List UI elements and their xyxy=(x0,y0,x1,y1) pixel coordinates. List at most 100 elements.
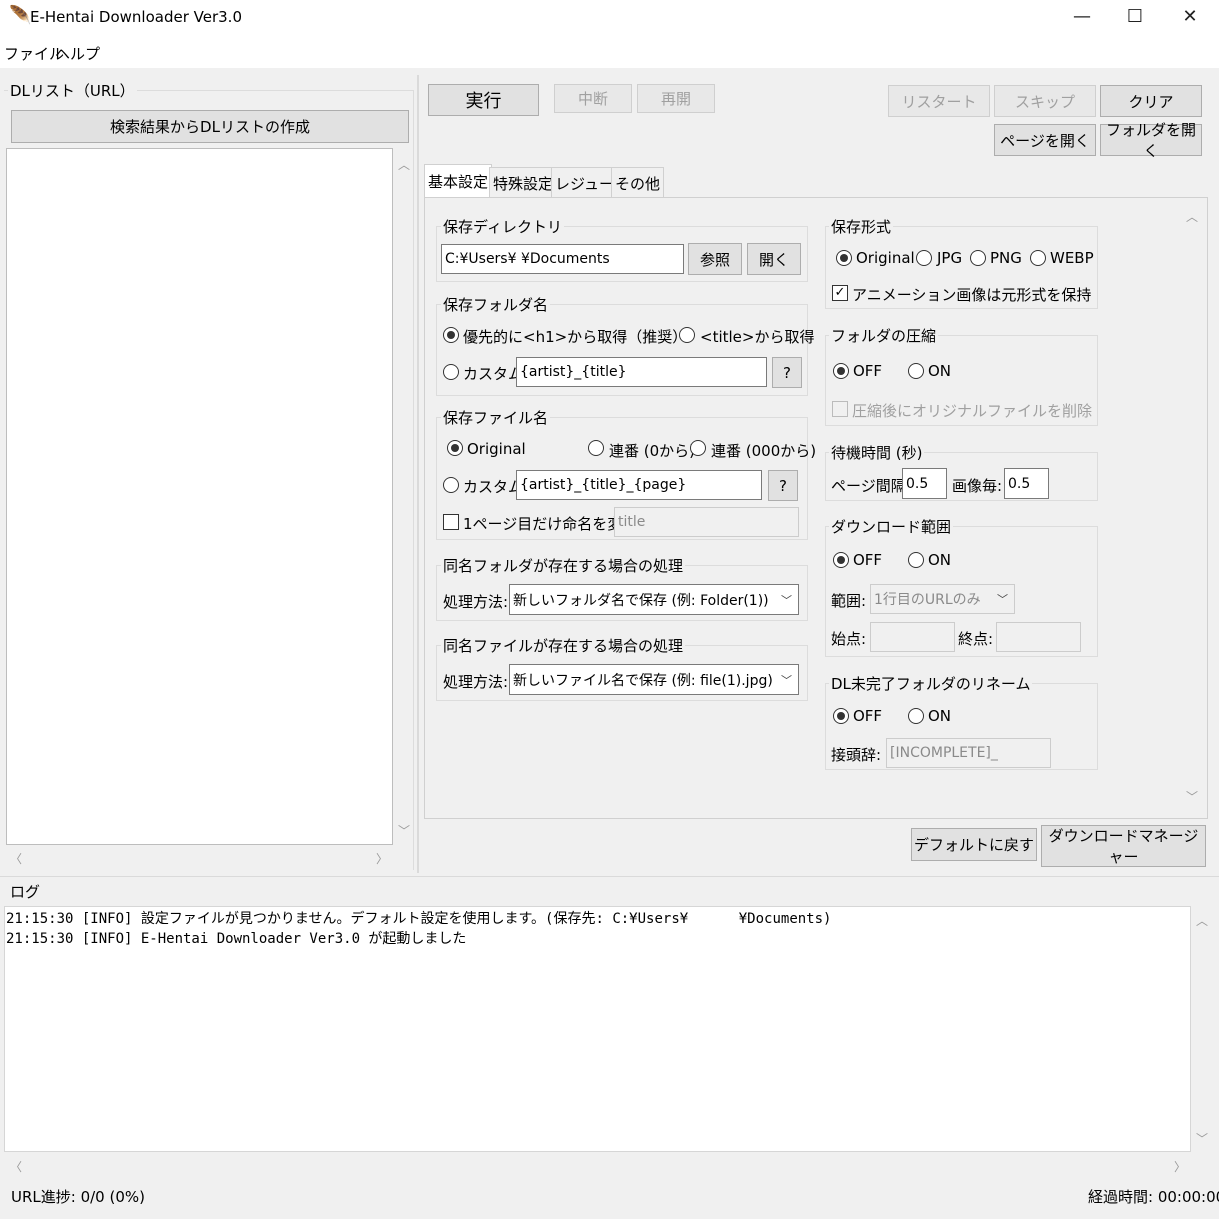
file-seq0-radio[interactable] xyxy=(588,440,604,456)
title-bar: 🪶 E-Hentai Downloader Ver3.0 — ☐ ✕ xyxy=(0,0,1219,36)
open-dir-button[interactable]: 開く xyxy=(747,243,801,275)
dllist-scroll-down-icon[interactable]: ﹀ xyxy=(398,822,410,839)
panel-scroll-up-icon[interactable]: ︿ xyxy=(1186,208,1198,225)
tab-other[interactable]: その他 xyxy=(611,167,665,198)
format-original-label: Original xyxy=(856,249,915,267)
keep-animation-label: アニメーション画像は元形式を保持 xyxy=(852,286,1092,304)
run-button[interactable]: 実行 xyxy=(428,84,539,116)
clear-button[interactable]: クリア xyxy=(1100,85,1202,117)
dllist-scroll-right-icon[interactable]: 〉 xyxy=(376,850,388,867)
resume-button[interactable]: 再開 xyxy=(637,84,715,113)
dup-file-label: 同名ファイルが存在する場合の処理 xyxy=(441,635,686,656)
dllist-label: DLリスト（URL） xyxy=(8,80,137,101)
dllist-scroll-up-icon[interactable]: ︿ xyxy=(398,156,410,173)
folder-custom-radio[interactable] xyxy=(443,364,459,380)
pane-divider[interactable] xyxy=(417,75,419,873)
dup-folder-select-value: 新しいフォルダ名で保存 (例: Folder(1)) xyxy=(513,592,769,609)
image-interval-input[interactable]: 0.5 xyxy=(1004,468,1049,499)
range-off-radio[interactable] xyxy=(833,552,849,568)
dup-folder-select[interactable]: 新しいフォルダ名で保存 (例: Folder(1)) ﹀ xyxy=(509,584,799,615)
log-scroll-down-icon[interactable]: ﹀ xyxy=(1196,1130,1208,1147)
range-on-radio[interactable] xyxy=(908,552,924,568)
maximize-button[interactable]: ☐ xyxy=(1113,4,1157,30)
folder-title-radio[interactable] xyxy=(679,327,695,343)
page-interval-input[interactable]: 0.5 xyxy=(902,468,947,499)
log-scroll-left-icon[interactable]: 〈 xyxy=(10,1158,22,1175)
compress-on-radio[interactable] xyxy=(908,363,924,379)
dllist-listbox[interactable] xyxy=(6,148,393,845)
range-select-value: 1行目のURLのみ xyxy=(874,592,981,608)
browse-button[interactable]: 参照 xyxy=(688,243,742,275)
log-scroll-up-icon[interactable]: ︿ xyxy=(1196,912,1208,929)
folder-custom-input[interactable]: {artist}_{title} xyxy=(516,357,767,387)
folder-help-button[interactable]: ? xyxy=(772,357,802,388)
file-custom-radio[interactable] xyxy=(443,477,459,493)
save-format-label: 保存形式 xyxy=(829,216,894,237)
save-dir-input[interactable]: C:¥Users¥ ¥Documents xyxy=(441,244,684,274)
dup-file-select-value: 新しいファイル名で保存 (例: file(1).jpg) xyxy=(513,672,773,689)
dup-folder-method-label: 処理方法: xyxy=(443,593,509,611)
range-label: ダウンロード範囲 xyxy=(829,516,954,537)
file-name-label: 保存ファイル名 xyxy=(441,407,551,428)
prefix-input[interactable]: [INCOMPLETE]_ xyxy=(886,738,1051,768)
tab-special[interactable]: 特殊設定 xyxy=(489,167,558,198)
dllist-scroll-left-icon[interactable]: 〈 xyxy=(10,850,22,867)
close-button[interactable]: ✕ xyxy=(1168,4,1212,30)
first-page-label: 1ページ目だけ命名を変更 xyxy=(463,515,638,533)
rename-off-radio[interactable] xyxy=(833,708,849,724)
first-page-input[interactable]: title xyxy=(614,507,799,537)
folder-h1-label: 優先的に<h1>から取得（推奨） xyxy=(463,328,688,346)
menu-bar: ファイル ヘルプ xyxy=(0,36,1219,68)
tab-basic[interactable]: 基本設定 xyxy=(424,164,493,198)
menu-help[interactable]: ヘルプ xyxy=(55,43,100,64)
compress-off-label: OFF xyxy=(853,362,883,380)
create-dllist-button[interactable]: 検索結果からDLリストの作成 xyxy=(11,110,409,143)
range-select-label: 範囲: xyxy=(831,592,867,610)
file-seq000-radio[interactable] xyxy=(690,440,706,456)
rename-off-label: OFF xyxy=(853,707,883,725)
range-select[interactable]: 1行目のURLのみ ﹀ xyxy=(870,584,1015,614)
file-custom-input[interactable]: {artist}_{title}_{page} xyxy=(516,470,762,500)
format-jpg-radio[interactable] xyxy=(916,250,932,266)
delete-original-checkbox[interactable] xyxy=(832,401,848,417)
file-original-radio[interactable] xyxy=(447,440,463,456)
file-help-button[interactable]: ? xyxy=(768,470,798,501)
format-png-radio[interactable] xyxy=(970,250,986,266)
log-line: 21:15:30 [INFO] E-Hentai Downloader Ver3… xyxy=(6,931,467,947)
file-seq0-label: 連番 (0から) xyxy=(609,442,696,460)
dup-file-method-label: 処理方法: xyxy=(443,673,509,691)
log-scroll-right-icon[interactable]: 〉 xyxy=(1174,1158,1186,1175)
panel-scroll-down-icon[interactable]: ﹀ xyxy=(1186,788,1198,805)
log-line: 21:15:30 [INFO] 設定ファイルが見つかりません。デフォルト設定を使… xyxy=(6,911,832,927)
dup-file-select[interactable]: 新しいファイル名で保存 (例: file(1).jpg) ﹀ xyxy=(509,664,799,695)
minimize-button[interactable]: — xyxy=(1060,4,1104,30)
range-start-label: 始点: xyxy=(831,630,867,648)
feather-icon: 🪶 xyxy=(9,5,32,26)
format-original-radio[interactable] xyxy=(836,250,852,266)
keep-animation-checkbox[interactable]: ✓ xyxy=(832,285,848,301)
folder-title-label: <title>から取得 xyxy=(700,328,815,346)
range-end-input[interactable] xyxy=(996,622,1081,652)
open-page-button[interactable]: ページを開く xyxy=(994,124,1096,156)
reset-default-button[interactable]: デフォルトに戻す xyxy=(911,828,1037,861)
format-webp-label: WEBP xyxy=(1050,249,1094,267)
folder-h1-radio[interactable] xyxy=(443,327,459,343)
chevron-down-icon: ﹀ xyxy=(781,673,792,687)
chevron-down-icon: ﹀ xyxy=(997,593,1008,606)
format-webp-radio[interactable] xyxy=(1030,250,1046,266)
restart-button[interactable]: リスタート xyxy=(888,85,990,117)
first-page-checkbox[interactable] xyxy=(443,514,459,530)
format-png-label: PNG xyxy=(990,249,1022,267)
compress-off-radio[interactable] xyxy=(833,363,849,379)
open-folder-button[interactable]: フォルダを開く xyxy=(1100,121,1202,160)
elapsed-time-status: 経過時間: 00:00:00 xyxy=(1088,1188,1219,1206)
skip-button[interactable]: スキップ xyxy=(994,85,1096,117)
pause-button[interactable]: 中断 xyxy=(554,84,632,113)
range-start-input[interactable] xyxy=(870,622,955,652)
url-progress-status: URL進捗: 0/0 (0%) xyxy=(11,1188,145,1206)
file-seq000-label: 連番 (000から) xyxy=(711,442,817,460)
download-manager-button[interactable]: ダウンロードマネージャー xyxy=(1041,825,1206,867)
rename-on-radio[interactable] xyxy=(908,708,924,724)
wait-label: 待機時間 (秒) xyxy=(829,442,925,463)
range-on-label: ON xyxy=(928,551,952,569)
